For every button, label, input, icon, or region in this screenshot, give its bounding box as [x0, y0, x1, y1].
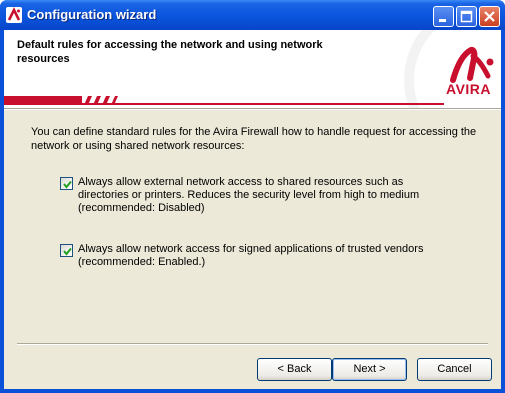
external-access-label[interactable]: Always allow external network access to … [78, 176, 438, 215]
close-button[interactable] [479, 6, 500, 27]
configuration-wizard-window: Configuration wizard Default rules for a… [0, 0, 505, 393]
avira-app-icon [6, 7, 22, 23]
back-button[interactable]: < Back [257, 358, 332, 381]
external-access-checkbox[interactable] [60, 177, 73, 190]
header-divider-highlight [4, 109, 501, 110]
signed-apps-checkbox[interactable] [60, 244, 73, 257]
close-icon [484, 11, 495, 22]
checkmark-icon [63, 180, 72, 189]
intro-text: You can define standard rules for the Av… [31, 126, 477, 152]
maximize-icon [460, 10, 473, 23]
checkmark-icon [63, 247, 72, 256]
next-button[interactable]: Next > [332, 358, 407, 381]
minimize-button[interactable] [433, 6, 454, 27]
window-title: Configuration wizard [27, 7, 157, 22]
option-external-access[interactable]: Always allow external network access to … [60, 176, 450, 221]
minimize-icon [439, 19, 446, 22]
avira-logo-text: AVIRA [446, 81, 492, 97]
page-title: Default rules for accessing the network … [17, 39, 323, 65]
footer-divider-highlight [17, 344, 488, 345]
wizard-header: Default rules for accessing the network … [4, 30, 501, 108]
title-bar[interactable]: Configuration wizard [0, 0, 505, 30]
maximize-button[interactable] [456, 6, 477, 27]
header-accent-bar [4, 96, 444, 105]
signed-apps-label[interactable]: Always allow network access for signed a… [78, 243, 438, 269]
option-signed-apps[interactable]: Always allow network access for signed a… [60, 243, 450, 273]
wizard-client-area: Default rules for accessing the network … [4, 30, 501, 389]
cancel-button[interactable]: Cancel [417, 358, 492, 381]
